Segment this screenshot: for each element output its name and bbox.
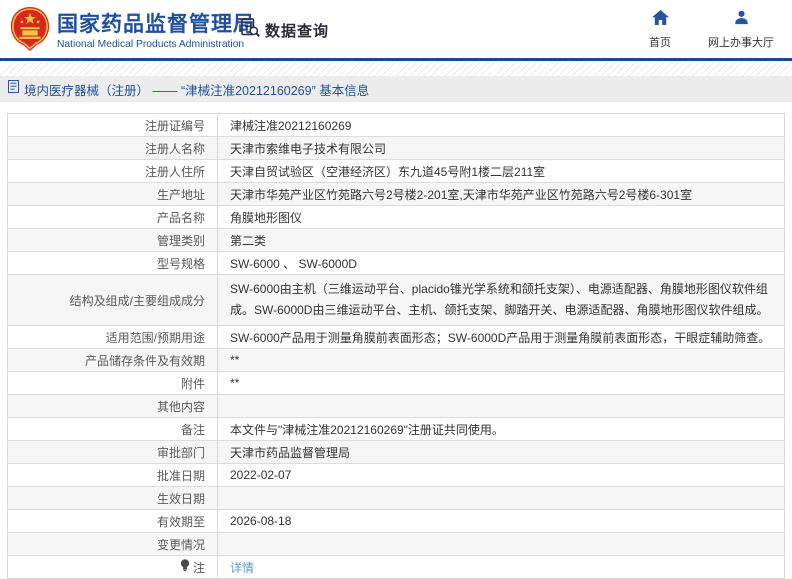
row-label: 变更情况 [8,533,218,556]
table-row: 结构及组成/主要组成成分 SW-6000由主机（三维运动平台、placido锥光… [8,275,785,326]
document-search-icon [240,17,261,43]
nmpa-logo: 国家药品监督管理局 National Medical Products Admi… [9,6,255,57]
detail-link[interactable]: 详情 [230,561,254,575]
row-label: 管理类别 [8,229,218,252]
person-icon [734,10,749,30]
table-row: 审批部门 天津市药品监督管理局 [8,441,785,464]
row-label: 注册证编号 [8,114,218,137]
home-icon [652,10,669,30]
document-icon [8,80,19,98]
row-label: 批准日期 [8,464,218,487]
table-row: 型号规格 SW-6000 、 SW-6000D [8,252,785,275]
row-label: 审批部门 [8,441,218,464]
row-value: 2026-08-18 [218,510,785,533]
row-label: 生效日期 [8,487,218,510]
table-row: 变更情况 [8,533,785,556]
nav-home[interactable]: 首页 [640,10,680,50]
row-value: 天津市药品监督管理局 [218,441,785,464]
breadcrumb: 境内医疗器械（注册） —— “津械注准20212160269” 基本信息 [0,76,792,102]
row-label: 产品储存条件及有效期 [8,349,218,372]
table-row: 产品储存条件及有效期 ** [8,349,785,372]
row-label: 备注 [8,418,218,441]
table-row: 注册证编号 津械注准20212160269 [8,114,785,137]
hatched-strip [0,61,792,76]
row-value: ** [218,372,785,395]
table-row: 附件 ** [8,372,785,395]
row-value [218,487,785,510]
data-query-section[interactable]: 数据查询 [240,17,329,43]
row-value [218,395,785,418]
row-label: 注册人住所 [8,160,218,183]
row-value: ** [218,349,785,372]
breadcrumb-text: 境内医疗器械（注册） —— “津械注准20212160269” 基本信息 [24,80,369,99]
row-value: SW-6000产品用于测量角膜前表面形态；SW-6000D产品用于测量角膜前表面… [218,326,785,349]
row-label: 产品名称 [8,206,218,229]
nav-home-label: 首页 [649,34,671,50]
row-label: 注 [8,556,218,579]
row-label: 注册人名称 [8,137,218,160]
table-row: 其他内容 [8,395,785,418]
table-row: 备注 本文件与"津械注准20212160269"注册证共同使用。 [8,418,785,441]
row-value: SW-6000 、 SW-6000D [218,252,785,275]
row-value: 本文件与"津械注准20212160269"注册证共同使用。 [218,418,785,441]
table-row: 注册人名称 天津市索维电子技术有限公司 [8,137,785,160]
row-value: 天津市索维电子技术有限公司 [218,137,785,160]
row-label: 其他内容 [8,395,218,418]
row-value: 津械注准20212160269 [218,114,785,137]
row-label: 适用范围/预期用途 [8,326,218,349]
row-label: 生产地址 [8,183,218,206]
row-label: 有效期至 [8,510,218,533]
table-row: 有效期至 2026-08-18 [8,510,785,533]
row-value: 天津自贸试验区（空港经济区）东九道45号附1楼二层211室 [218,160,785,183]
page-header: 国家药品监督管理局 National Medical Products Admi… [0,0,792,58]
row-label: 附件 [8,372,218,395]
table-row: 管理类别 第二类 [8,229,785,252]
table-row: 批准日期 2022-02-07 [8,464,785,487]
org-name-english: National Medical Products Administration [57,39,255,50]
row-value: SW-6000由主机（三维运动平台、placido锥光学系统和颌托支架）、电源适… [218,275,785,326]
table-row: 注 详情 [8,556,785,579]
row-value [218,533,785,556]
row-value: 角膜地形图仪 [218,206,785,229]
national-emblem-icon [9,6,51,57]
table-row: 生效日期 [8,487,785,510]
registration-info-table: 注册证编号 津械注准20212160269 注册人名称 天津市索维电子技术有限公… [7,113,785,579]
table-row: 适用范围/预期用途 SW-6000产品用于测量角膜前表面形态；SW-6000D产… [8,326,785,349]
top-nav: 首页 网上办事大厅 [640,10,774,50]
row-label: 结构及组成/主要组成成分 [8,275,218,326]
nav-online-hall[interactable]: 网上办事大厅 [708,10,774,50]
row-value: 详情 [218,556,785,579]
row-value: 2022-02-07 [218,464,785,487]
data-query-label: 数据查询 [265,20,329,41]
row-value: 天津市华苑产业区竹苑路六号2号楼2-201室,天津市华苑产业区竹苑路六号2号楼6… [218,183,785,206]
table-row: 注册人住所 天津自贸试验区（空港经济区）东九道45号附1楼二层211室 [8,160,785,183]
row-value: 第二类 [218,229,785,252]
org-name: 国家药品监督管理局 [57,13,255,37]
table-row: 生产地址 天津市华苑产业区竹苑路六号2号楼2-201室,天津市华苑产业区竹苑路六… [8,183,785,206]
table-row: 产品名称 角膜地形图仪 [8,206,785,229]
nav-online-hall-label: 网上办事大厅 [708,34,774,50]
row-label: 型号规格 [8,252,218,275]
